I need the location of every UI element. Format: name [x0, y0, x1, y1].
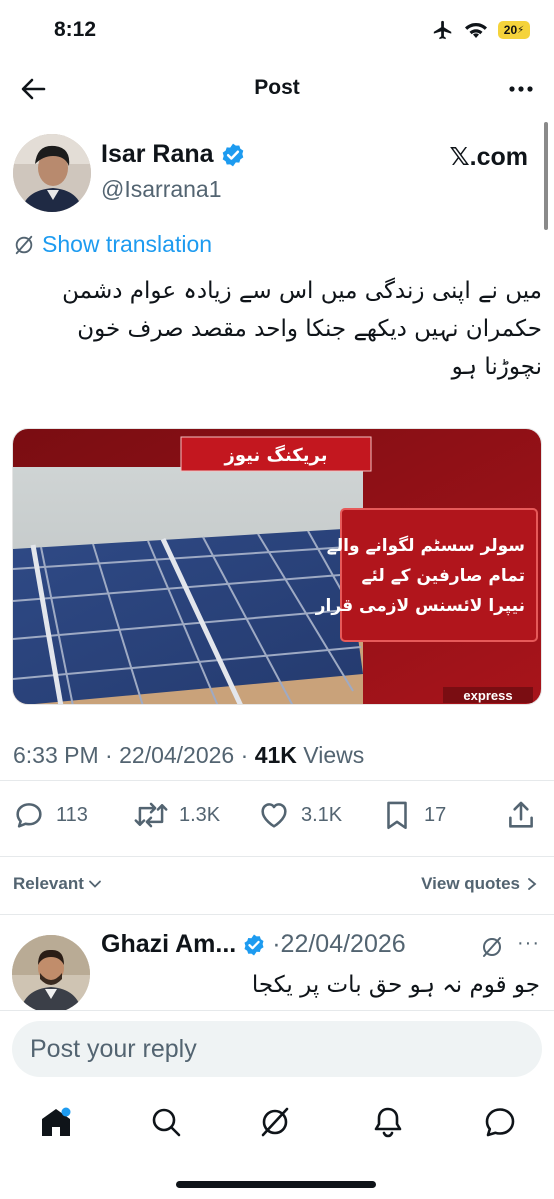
- status-bar: 8:12 20 ⚡: [0, 0, 554, 62]
- grok-icon[interactable]: [257, 1104, 293, 1140]
- page-title: Post: [254, 76, 300, 99]
- show-translation-label: Show translation: [42, 231, 213, 257]
- like-count: 3.1K: [301, 803, 343, 826]
- repost-icon: [134, 802, 168, 828]
- grok-icon: [15, 235, 33, 254]
- battery-level: 20: [503, 23, 518, 37]
- like-button[interactable]: 3.1K: [257, 798, 342, 832]
- tweet-image[interactable]: بریکنگ نیوز سولر سسٹم لگوانے والے تمام ص…: [12, 428, 542, 705]
- reply-button[interactable]: 113: [12, 798, 88, 832]
- reply-text: جو قوم نہ ہو حق بات پر یکجا: [251, 972, 540, 998]
- headline-line-3: نیپرا لائسنس لازمی قرار: [315, 596, 525, 616]
- channel-logo: express: [463, 688, 512, 703]
- reply-header: Ghazi Am... ·22/04/2026: [101, 930, 406, 959]
- post-date: 22/04/2026: [119, 742, 235, 768]
- action-bar: 113 1.3K 3.1K 17: [0, 798, 554, 840]
- post-meta: 6:33 PM · 22/04/2026 · 41K Views: [13, 742, 365, 768]
- relevant-sort-dropdown[interactable]: Relevant: [13, 874, 102, 894]
- reply-input[interactable]: [12, 1021, 542, 1077]
- status-icons: 20 ⚡: [432, 19, 530, 41]
- author-avatar[interactable]: [13, 134, 91, 212]
- headline-line-2: تمام صارفین کے لئے: [362, 566, 525, 586]
- relevant-label: Relevant: [13, 874, 84, 893]
- chevron-right-icon: [528, 878, 537, 890]
- divider: [0, 856, 554, 857]
- bookmark-icon: [387, 801, 407, 830]
- source-site-label[interactable]: 𝕏.com: [450, 142, 529, 172]
- search-icon[interactable]: [148, 1104, 184, 1140]
- scrollbar[interactable]: [544, 122, 548, 230]
- breaking-news-label: بریکنگ نیوز: [224, 444, 328, 466]
- views-label: Views: [303, 742, 365, 768]
- repost-button[interactable]: 1.3K: [133, 798, 220, 832]
- share-icon: [509, 801, 533, 828]
- bookmark-count: 17: [424, 803, 447, 826]
- solar-panels: [13, 529, 364, 704]
- view-quotes-link[interactable]: View quotes: [421, 874, 538, 894]
- verified-badge-icon: [222, 143, 243, 166]
- reply-date: ·22/04/2026: [272, 930, 406, 958]
- home-indicator[interactable]: [176, 1181, 376, 1188]
- reply-count: 113: [56, 803, 88, 826]
- author-handle[interactable]: @Isarrana1: [101, 176, 222, 203]
- views-count: 41K: [254, 742, 297, 768]
- home-icon[interactable]: [38, 1104, 74, 1140]
- verified-badge-icon: [244, 934, 264, 955]
- status-time: 8:12: [54, 18, 97, 41]
- notifications-bell-icon[interactable]: [370, 1104, 406, 1140]
- bookmark-button[interactable]: 17: [380, 798, 446, 832]
- divider: [0, 914, 554, 915]
- grok-icon[interactable]: [480, 935, 504, 959]
- tweet-text: میں نے اپنی زندگی میں اس سے زیادہ عوام د…: [62, 278, 542, 380]
- headline-line-1: سولر سسٹم لگوانے والے: [327, 535, 525, 556]
- author-name[interactable]: Isar Rana: [101, 140, 246, 169]
- reply-author-name[interactable]: Ghazi Am...: [101, 930, 236, 959]
- messages-icon[interactable]: [482, 1104, 518, 1140]
- heart-icon: [261, 803, 287, 828]
- divider: [0, 780, 554, 781]
- battery-indicator: 20 ⚡: [498, 21, 530, 39]
- author-name-text: Isar Rana: [101, 140, 214, 168]
- view-quotes-label: View quotes: [421, 874, 520, 893]
- post-time: 6:33 PM: [13, 742, 99, 768]
- repost-count: 1.3K: [179, 803, 221, 826]
- show-translation-link[interactable]: Show translation: [13, 231, 212, 258]
- chevron-down-icon: [88, 880, 101, 888]
- reply-more-options[interactable]: ···: [517, 932, 540, 955]
- reply-icon: [16, 803, 42, 828]
- header: Post: [0, 62, 554, 116]
- airplane-icon: [433, 20, 452, 40]
- more-options-icon[interactable]: [506, 74, 536, 104]
- wifi-icon: [465, 23, 487, 38]
- reply-avatar[interactable]: [12, 935, 90, 1013]
- share-button[interactable]: [504, 798, 538, 832]
